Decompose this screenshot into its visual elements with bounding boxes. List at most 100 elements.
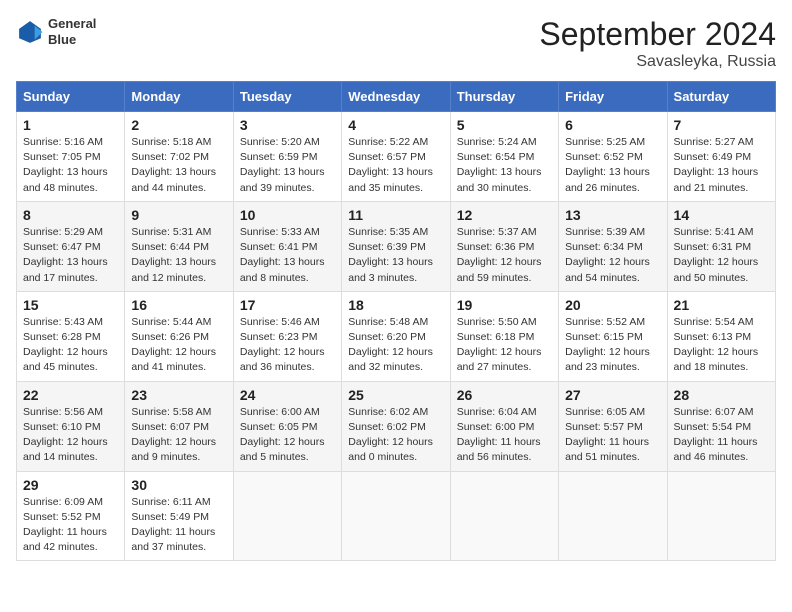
day-number: 18 [348,297,443,313]
day-number: 30 [131,477,226,493]
day-number: 12 [457,207,552,223]
day-detail: Sunrise: 5:52 AMSunset: 6:15 PMDaylight:… [565,316,650,374]
day-number: 28 [674,387,769,403]
logo: General Blue [16,16,96,47]
calendar-cell [233,471,341,561]
day-number: 10 [240,207,335,223]
calendar-week-row-3: 15 Sunrise: 5:43 AMSunset: 6:28 PMDaylig… [17,291,776,381]
day-number: 8 [23,207,118,223]
day-number: 9 [131,207,226,223]
calendar-cell: 7 Sunrise: 5:27 AMSunset: 6:49 PMDayligh… [667,112,775,202]
calendar-cell: 20 Sunrise: 5:52 AMSunset: 6:15 PMDaylig… [559,291,667,381]
calendar-cell: 2 Sunrise: 5:18 AMSunset: 7:02 PMDayligh… [125,112,233,202]
day-number: 29 [23,477,118,493]
calendar-subtitle: Savasleyka, Russia [539,53,776,71]
calendar-cell: 22 Sunrise: 5:56 AMSunset: 6:10 PMDaylig… [17,381,125,471]
day-number: 22 [23,387,118,403]
calendar-cell [559,471,667,561]
calendar-cell: 29 Sunrise: 6:09 AMSunset: 5:52 PMDaylig… [17,471,125,561]
col-header-wednesday: Wednesday [342,82,450,112]
logo-line2: Blue [48,32,96,48]
day-detail: Sunrise: 5:31 AMSunset: 6:44 PMDaylight:… [131,226,216,284]
calendar-cell: 23 Sunrise: 5:58 AMSunset: 6:07 PMDaylig… [125,381,233,471]
col-header-monday: Monday [125,82,233,112]
page-header: General Blue September 2024 Savasleyka, … [16,16,776,71]
day-detail: Sunrise: 6:09 AMSunset: 5:52 PMDaylight:… [23,496,107,554]
day-detail: Sunrise: 6:04 AMSunset: 6:00 PMDaylight:… [457,406,541,464]
day-number: 24 [240,387,335,403]
day-number: 3 [240,117,335,133]
col-header-sunday: Sunday [17,82,125,112]
day-number: 5 [457,117,552,133]
day-detail: Sunrise: 5:46 AMSunset: 6:23 PMDaylight:… [240,316,325,374]
calendar-week-row-5: 29 Sunrise: 6:09 AMSunset: 5:52 PMDaylig… [17,471,776,561]
calendar-cell [450,471,558,561]
day-detail: Sunrise: 5:25 AMSunset: 6:52 PMDaylight:… [565,136,650,194]
day-detail: Sunrise: 5:58 AMSunset: 6:07 PMDaylight:… [131,406,216,464]
day-detail: Sunrise: 5:37 AMSunset: 6:36 PMDaylight:… [457,226,542,284]
day-number: 15 [23,297,118,313]
calendar-cell: 25 Sunrise: 6:02 AMSunset: 6:02 PMDaylig… [342,381,450,471]
day-detail: Sunrise: 5:29 AMSunset: 6:47 PMDaylight:… [23,226,108,284]
calendar-cell: 13 Sunrise: 5:39 AMSunset: 6:34 PMDaylig… [559,201,667,291]
day-detail: Sunrise: 5:18 AMSunset: 7:02 PMDaylight:… [131,136,216,194]
calendar-cell: 9 Sunrise: 5:31 AMSunset: 6:44 PMDayligh… [125,201,233,291]
day-detail: Sunrise: 5:16 AMSunset: 7:05 PMDaylight:… [23,136,108,194]
col-header-tuesday: Tuesday [233,82,341,112]
calendar-cell: 21 Sunrise: 5:54 AMSunset: 6:13 PMDaylig… [667,291,775,381]
calendar-cell: 30 Sunrise: 6:11 AMSunset: 5:49 PMDaylig… [125,471,233,561]
calendar-cell: 17 Sunrise: 5:46 AMSunset: 6:23 PMDaylig… [233,291,341,381]
calendar-week-row-1: 1 Sunrise: 5:16 AMSunset: 7:05 PMDayligh… [17,112,776,202]
day-detail: Sunrise: 6:11 AMSunset: 5:49 PMDaylight:… [131,496,215,554]
day-number: 20 [565,297,660,313]
calendar-header-row: SundayMondayTuesdayWednesdayThursdayFrid… [17,82,776,112]
calendar-cell: 5 Sunrise: 5:24 AMSunset: 6:54 PMDayligh… [450,112,558,202]
col-header-friday: Friday [559,82,667,112]
day-number: 6 [565,117,660,133]
title-block: September 2024 Savasleyka, Russia [539,16,776,71]
calendar-cell: 12 Sunrise: 5:37 AMSunset: 6:36 PMDaylig… [450,201,558,291]
calendar-cell: 26 Sunrise: 6:04 AMSunset: 6:00 PMDaylig… [450,381,558,471]
day-number: 17 [240,297,335,313]
col-header-saturday: Saturday [667,82,775,112]
calendar-cell: 27 Sunrise: 6:05 AMSunset: 5:57 PMDaylig… [559,381,667,471]
calendar-cell [342,471,450,561]
day-number: 27 [565,387,660,403]
day-detail: Sunrise: 6:07 AMSunset: 5:54 PMDaylight:… [674,406,758,464]
logo-text: General Blue [48,16,96,47]
col-header-thursday: Thursday [450,82,558,112]
day-number: 16 [131,297,226,313]
logo-line1: General [48,16,96,32]
day-detail: Sunrise: 5:24 AMSunset: 6:54 PMDaylight:… [457,136,542,194]
day-number: 21 [674,297,769,313]
day-detail: Sunrise: 5:20 AMSunset: 6:59 PMDaylight:… [240,136,325,194]
calendar-cell: 16 Sunrise: 5:44 AMSunset: 6:26 PMDaylig… [125,291,233,381]
day-number: 4 [348,117,443,133]
calendar-cell: 18 Sunrise: 5:48 AMSunset: 6:20 PMDaylig… [342,291,450,381]
day-number: 13 [565,207,660,223]
calendar-cell: 10 Sunrise: 5:33 AMSunset: 6:41 PMDaylig… [233,201,341,291]
calendar-week-row-2: 8 Sunrise: 5:29 AMSunset: 6:47 PMDayligh… [17,201,776,291]
calendar-cell: 11 Sunrise: 5:35 AMSunset: 6:39 PMDaylig… [342,201,450,291]
day-number: 1 [23,117,118,133]
day-detail: Sunrise: 5:39 AMSunset: 6:34 PMDaylight:… [565,226,650,284]
day-number: 19 [457,297,552,313]
day-number: 26 [457,387,552,403]
calendar-cell: 4 Sunrise: 5:22 AMSunset: 6:57 PMDayligh… [342,112,450,202]
day-number: 7 [674,117,769,133]
calendar-cell: 6 Sunrise: 5:25 AMSunset: 6:52 PMDayligh… [559,112,667,202]
day-number: 2 [131,117,226,133]
day-detail: Sunrise: 6:02 AMSunset: 6:02 PMDaylight:… [348,406,433,464]
calendar-cell: 15 Sunrise: 5:43 AMSunset: 6:28 PMDaylig… [17,291,125,381]
day-number: 14 [674,207,769,223]
day-number: 25 [348,387,443,403]
calendar-cell: 24 Sunrise: 6:00 AMSunset: 6:05 PMDaylig… [233,381,341,471]
calendar-cell: 3 Sunrise: 5:20 AMSunset: 6:59 PMDayligh… [233,112,341,202]
calendar-cell: 19 Sunrise: 5:50 AMSunset: 6:18 PMDaylig… [450,291,558,381]
day-detail: Sunrise: 5:27 AMSunset: 6:49 PMDaylight:… [674,136,759,194]
day-number: 23 [131,387,226,403]
day-number: 11 [348,207,443,223]
calendar-cell: 8 Sunrise: 5:29 AMSunset: 6:47 PMDayligh… [17,201,125,291]
calendar-cell: 14 Sunrise: 5:41 AMSunset: 6:31 PMDaylig… [667,201,775,291]
calendar-table: SundayMondayTuesdayWednesdayThursdayFrid… [16,81,776,561]
